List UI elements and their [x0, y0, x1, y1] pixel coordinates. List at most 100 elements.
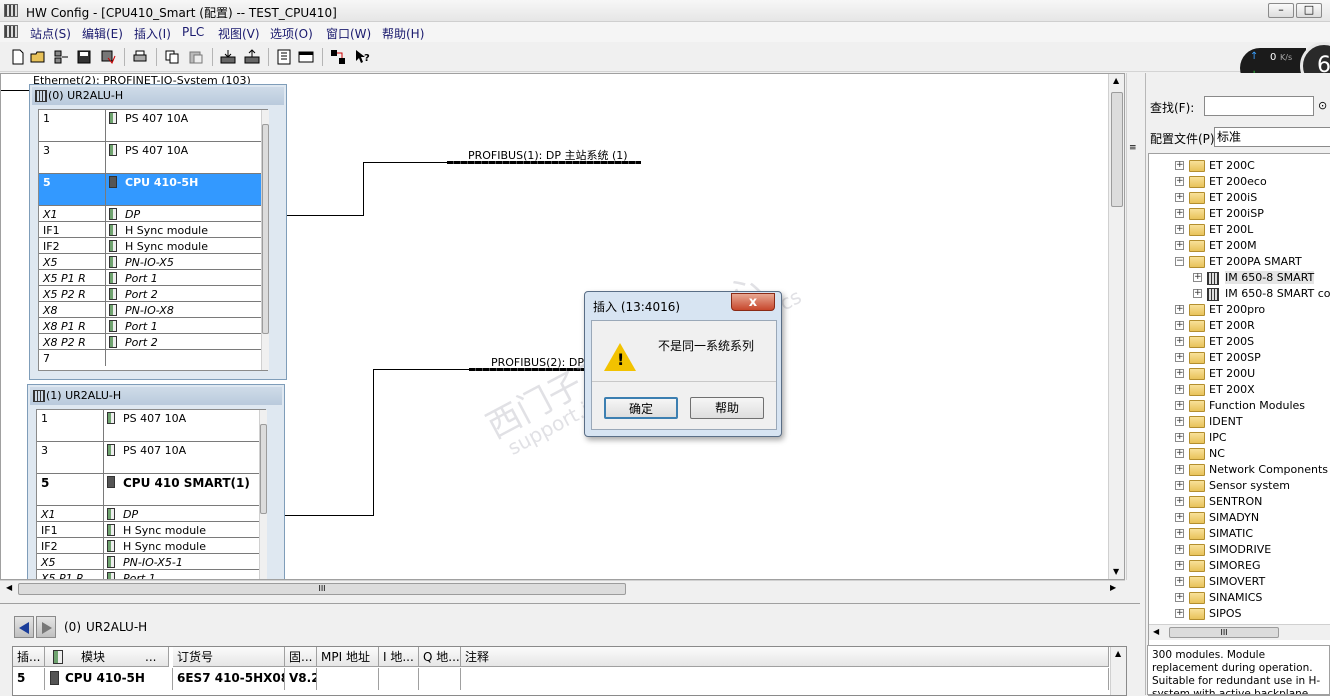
- expand-icon[interactable]: +: [1175, 337, 1184, 346]
- expand-icon[interactable]: +: [1175, 593, 1184, 602]
- print-icon[interactable]: [132, 49, 148, 65]
- rack-0-row[interactable]: IF2 H Sync module: [39, 238, 261, 254]
- rack-1-row[interactable]: X1 DP: [37, 506, 259, 522]
- expand-icon[interactable]: +: [1193, 289, 1202, 298]
- tree-scroll-left-icon[interactable]: ◀: [1153, 627, 1159, 636]
- scroll-left-icon[interactable]: ◀: [6, 583, 12, 592]
- copy-icon[interactable]: [164, 49, 180, 65]
- expand-icon[interactable]: +: [1175, 209, 1184, 218]
- cell-order-number[interactable]: 6ES7 410-5HX08-0: [173, 668, 285, 690]
- canvas-hscroll-thumb[interactable]: III: [18, 583, 626, 595]
- expand-icon[interactable]: +: [1175, 465, 1184, 474]
- canvas-hscrollbar[interactable]: ◀ III ▶: [0, 580, 1125, 597]
- scroll-up-icon[interactable]: ▲: [1113, 76, 1119, 85]
- menu-view[interactable]: 视图(V): [218, 25, 260, 42]
- search-input[interactable]: [1204, 96, 1314, 116]
- rack-0-row[interactable]: 3 PS 407 10A: [39, 142, 261, 174]
- rack-1-row[interactable]: X5 PN-IO-X5-1: [37, 554, 259, 570]
- window-icon[interactable]: [298, 49, 314, 65]
- rack-0-row[interactable]: X8 PN-IO-X8: [39, 302, 261, 318]
- expand-icon[interactable]: +: [1193, 273, 1202, 282]
- expand-icon[interactable]: +: [1175, 417, 1184, 426]
- rack-0-row[interactable]: X8 P1 R Port 1: [39, 318, 261, 334]
- menu-insert[interactable]: 插入(I): [134, 25, 171, 42]
- rack-1-row[interactable]: IF2 H Sync module: [37, 538, 259, 554]
- cell-i-address[interactable]: [379, 668, 419, 690]
- rack-0-row[interactable]: X5 P2 R Port 2: [39, 286, 261, 302]
- whats-this-icon[interactable]: ?: [354, 49, 370, 65]
- ok-button[interactable]: 确定: [604, 397, 678, 419]
- expand-icon[interactable]: +: [1175, 497, 1184, 506]
- expand-icon[interactable]: +: [1175, 193, 1184, 202]
- menu-station[interactable]: 站点(S): [30, 25, 71, 42]
- help-button[interactable]: 帮助: [690, 397, 764, 419]
- rack-1-row[interactable]: IF1 H Sync module: [37, 522, 259, 538]
- rack-0[interactable]: (0) UR2ALU-H 1 PS 407 10A 3 PS 407 10A 5 CP…: [29, 84, 287, 380]
- cell-q-address[interactable]: [419, 668, 461, 690]
- rack-1[interactable]: (1) UR2ALU-H 1 PS 407 10A 3 PS 407 10A 5 CP…: [27, 384, 285, 579]
- scroll-down-icon[interactable]: ▼: [1113, 567, 1119, 576]
- rack-1-row[interactable]: 1 PS 407 10A: [37, 410, 259, 442]
- dialog-close-button[interactable]: x: [731, 293, 775, 311]
- rack-0-row[interactable]: X5 P1 R Port 1: [39, 270, 261, 286]
- network-icon[interactable]: [54, 49, 70, 65]
- download-icon[interactable]: [220, 49, 236, 65]
- rack-1-row[interactable]: 5 CPU 410 SMART(1): [37, 474, 259, 506]
- search-binoculars-icon[interactable]: ⊙: [1318, 99, 1327, 112]
- rack-0-row[interactable]: X1 DP: [39, 206, 261, 222]
- col-q-address[interactable]: Q 地...: [419, 647, 461, 667]
- col-slot[interactable]: 插...: [13, 647, 45, 667]
- col-comment[interactable]: 注释: [461, 647, 1109, 667]
- rack-0-row[interactable]: 7: [39, 350, 261, 366]
- upload-icon[interactable]: [244, 49, 260, 65]
- menu-help[interactable]: 帮助(H): [382, 25, 424, 42]
- tree-hscroll-thumb[interactable]: III: [1169, 627, 1279, 638]
- expand-icon[interactable]: +: [1175, 321, 1184, 330]
- minimize-button[interactable]: –: [1268, 3, 1294, 18]
- scroll-right-icon[interactable]: ▶: [1110, 583, 1116, 592]
- cell-firmware[interactable]: V8.2: [285, 668, 317, 690]
- expand-icon[interactable]: +: [1175, 513, 1184, 522]
- menu-plc[interactable]: PLC: [182, 25, 204, 39]
- menu-edit[interactable]: 编辑(E): [82, 25, 123, 42]
- rack-0-table[interactable]: 1 PS 407 10A 3 PS 407 10A 5 CPU 410-5H X1 DP…: [38, 109, 269, 371]
- expand-icon[interactable]: +: [1175, 561, 1184, 570]
- expand-icon[interactable]: +: [1175, 449, 1184, 458]
- expand-icon[interactable]: +: [1175, 161, 1184, 170]
- expand-icon[interactable]: +: [1175, 609, 1184, 618]
- cell-comment[interactable]: [461, 668, 1109, 690]
- menu-window[interactable]: 窗口(W): [326, 25, 371, 42]
- rack-0-row[interactable]: X5 PN-IO-X5: [39, 254, 261, 270]
- back-button[interactable]: [14, 616, 34, 638]
- expand-icon[interactable]: +: [1175, 177, 1184, 186]
- save-icon[interactable]: [76, 49, 92, 65]
- splitter[interactable]: ≡: [1126, 73, 1140, 580]
- rack-0-row-selected[interactable]: 5 CPU 410-5H: [39, 174, 261, 206]
- menu-options[interactable]: 选项(O): [270, 25, 313, 42]
- rack-0-row[interactable]: IF1 H Sync module: [39, 222, 261, 238]
- col-firmware[interactable]: 固...: [285, 647, 317, 667]
- cell-slot[interactable]: 5: [13, 668, 45, 690]
- maximize-button[interactable]: □: [1296, 3, 1322, 18]
- table-vscrollbar[interactable]: ▲: [1110, 647, 1126, 695]
- forward-button[interactable]: [36, 616, 56, 638]
- expand-icon[interactable]: +: [1175, 481, 1184, 490]
- new-icon[interactable]: [10, 49, 26, 65]
- expand-icon[interactable]: +: [1175, 577, 1184, 586]
- splitter-grip-icon[interactable]: ≡: [1129, 143, 1137, 153]
- col-order-number[interactable]: 订货号: [173, 647, 285, 667]
- module-table[interactable]: 插... 模块 ... 订货号 固... MPI 地址 I 地... Q 地..…: [12, 646, 1127, 696]
- expand-icon[interactable]: +: [1175, 241, 1184, 250]
- tree-hscrollbar[interactable]: ◀ III: [1149, 624, 1330, 640]
- rack-0-row[interactable]: 1 PS 407 10A: [39, 110, 261, 142]
- canvas-vscrollbar[interactable]: ▲ ▼: [1108, 74, 1124, 579]
- rack-1-table[interactable]: 1 PS 407 10A 3 PS 407 10A 5 CPU 410 SMART(1…: [36, 409, 267, 579]
- cell-mpi[interactable]: [317, 668, 379, 690]
- open-icon[interactable]: [30, 49, 46, 65]
- rack-1-scrollbar[interactable]: [259, 410, 267, 579]
- config-net-icon[interactable]: [330, 49, 346, 65]
- rack-0-scrollbar[interactable]: [261, 110, 269, 370]
- rack-1-row[interactable]: 3 PS 407 10A: [37, 442, 259, 474]
- expand-icon[interactable]: +: [1175, 433, 1184, 442]
- expand-icon[interactable]: +: [1175, 545, 1184, 554]
